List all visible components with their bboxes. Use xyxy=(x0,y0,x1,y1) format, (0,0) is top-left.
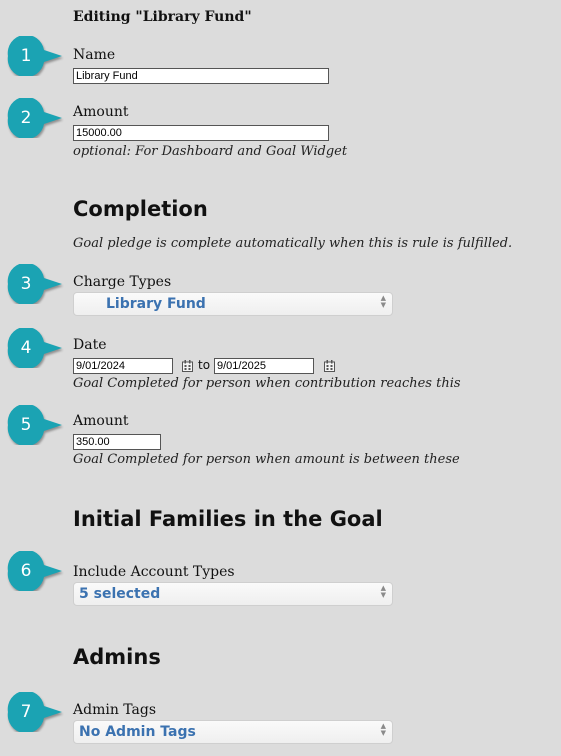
date-hint: Goal Completed for person when contribut… xyxy=(73,376,461,391)
step-marker-3: 3 xyxy=(0,264,80,304)
step-marker-2: 2 xyxy=(0,98,80,138)
date-to-label: to xyxy=(198,358,211,372)
completion-heading: Completion xyxy=(73,197,208,221)
select-arrows-icon: ▲ ▼ xyxy=(380,294,386,309)
name-label: Name xyxy=(73,47,116,63)
admin-tags-value: No Admin Tags xyxy=(79,724,196,740)
charge-types-value: Library Fund xyxy=(106,296,206,312)
completion-amount-hint: Goal Completed for person when amount is… xyxy=(73,452,460,467)
calendar-icon[interactable] xyxy=(324,360,335,372)
initial-families-heading: Initial Families in the Goal xyxy=(73,507,383,531)
admins-heading: Admins xyxy=(73,645,161,669)
date-from-input[interactable] xyxy=(73,358,173,374)
select-arrows-icon: ▲ ▼ xyxy=(380,584,386,599)
step-marker-5: 5 xyxy=(0,405,80,445)
page-title: Editing "Library Fund" xyxy=(73,9,252,25)
completion-hint: Goal pledge is complete automatically wh… xyxy=(73,236,513,251)
name-input[interactable] xyxy=(73,68,329,84)
amount-hint: optional: For Dashboard and Goal Widget xyxy=(73,144,348,159)
select-arrows-icon: ▲ ▼ xyxy=(380,722,386,737)
date-label: Date xyxy=(73,337,107,353)
completion-amount-label: Amount xyxy=(73,413,129,429)
step-marker-7: 7 xyxy=(0,692,80,732)
completion-amount-input[interactable] xyxy=(73,434,161,450)
account-types-select[interactable]: 5 selected ▲ ▼ xyxy=(73,582,393,606)
admin-tags-select[interactable]: No Admin Tags ▲ ▼ xyxy=(73,720,393,744)
amount-input[interactable] xyxy=(73,125,329,141)
charge-types-label: Charge Types xyxy=(73,274,172,290)
step-marker-6: 6 xyxy=(0,551,80,591)
calendar-icon[interactable] xyxy=(182,360,193,372)
charge-types-select[interactable]: Library Fund ▲ ▼ xyxy=(73,292,393,316)
step-marker-1: 1 xyxy=(0,36,80,76)
admin-tags-label: Admin Tags xyxy=(73,702,157,718)
amount-label: Amount xyxy=(73,104,129,120)
step-marker-4: 4 xyxy=(0,328,80,368)
account-types-value: 5 selected xyxy=(79,586,161,602)
account-types-label: Include Account Types xyxy=(73,564,235,580)
date-to-input[interactable] xyxy=(214,358,314,374)
